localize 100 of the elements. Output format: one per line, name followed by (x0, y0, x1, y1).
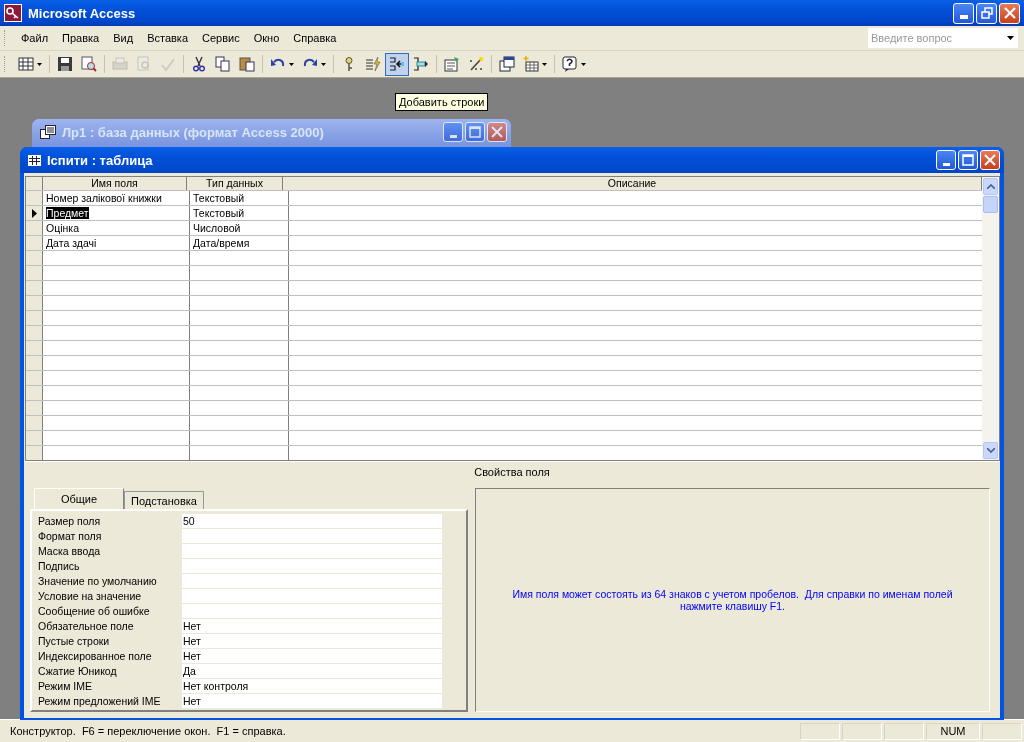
menu-item[interactable]: Справка (286, 30, 344, 46)
data-type-cell[interactable]: Текстовый (190, 191, 289, 205)
caret-icon (321, 62, 326, 66)
scrollbar[interactable] (982, 177, 999, 460)
new-table-icon (523, 56, 539, 72)
lightning-icon (365, 56, 381, 72)
minimize-button[interactable] (936, 150, 956, 170)
caret-icon (542, 62, 547, 66)
caret-icon (1006, 36, 1014, 40)
close-icon (491, 126, 503, 138)
page-magnifier-icon (136, 56, 152, 72)
data-type-cell[interactable]: Текстовый (190, 206, 289, 220)
property-value-field[interactable]: Нет (182, 693, 442, 708)
property-value-field[interactable] (182, 543, 442, 558)
field-name[interactable]: Номер залікової книжки (46, 192, 162, 204)
status-panel (884, 722, 924, 740)
scroll-up-icon[interactable] (983, 178, 998, 195)
property-label: Режим IME (38, 679, 93, 692)
printer-icon (112, 56, 128, 72)
window-title: Лр1 : база данных (формат Access 2000) (62, 124, 324, 140)
data-type-cell[interactable]: Дата/время (190, 236, 289, 250)
property-value-field[interactable]: Нет (182, 618, 442, 633)
scroll-down-icon[interactable] (983, 442, 998, 459)
grid-icon (18, 56, 34, 72)
column-header[interactable]: Имя поля (43, 177, 187, 190)
num-lock-indicator: NUM (926, 722, 980, 740)
data-type-cell[interactable]: Числовой (190, 221, 289, 235)
field-name[interactable]: Оцінка (46, 222, 79, 234)
dropdown-button[interactable] (1002, 28, 1018, 48)
restore-button[interactable] (976, 2, 997, 24)
corner-selector[interactable] (26, 177, 43, 190)
wand-icon (468, 56, 484, 72)
property-label: Обязательное поле (38, 619, 135, 632)
table-icon (28, 154, 41, 166)
property-label: Индексированное поле (38, 649, 153, 662)
database-window-icon (40, 125, 56, 139)
clipboard-icon (239, 56, 255, 72)
property-value-field[interactable]: 50 (182, 513, 442, 528)
status-panel (982, 722, 1022, 740)
status-panel (800, 722, 840, 740)
menu-item[interactable]: Файл (14, 30, 56, 46)
property-label: Подпись (38, 559, 81, 572)
question-field[interactable]: Введите вопрос (868, 28, 1002, 48)
toolbar-button[interactable] (385, 52, 409, 76)
tab[interactable]: Подстановка (124, 491, 204, 509)
minimize-button[interactable] (953, 2, 974, 24)
property-value-field[interactable]: Нет (182, 648, 442, 663)
property-label: Условие на значение (38, 589, 143, 602)
property-label: Формат поля (38, 529, 103, 542)
caret-icon (289, 62, 294, 66)
minimize-icon (942, 162, 950, 166)
property-label: Значение по умолчанию (38, 574, 158, 587)
close-button[interactable] (999, 2, 1020, 24)
field-name[interactable]: Дата здачі (46, 237, 97, 249)
property-value-field[interactable] (182, 573, 442, 588)
property-label: Размер поля (38, 514, 102, 527)
delete-rows-icon (413, 56, 429, 72)
help-icon (562, 56, 578, 72)
property-value-field[interactable] (182, 603, 442, 618)
menu-item[interactable]: Правка (55, 30, 107, 46)
property-value-field[interactable] (182, 558, 442, 573)
row-selector[interactable] (26, 206, 43, 220)
scroll-thumb[interactable] (983, 196, 998, 213)
property-label: Режим предложений IME (38, 694, 162, 707)
window-title: Іспити : таблица (47, 152, 153, 168)
menu-item[interactable]: Окно (246, 30, 287, 46)
properties-icon (444, 56, 460, 72)
property-value-field[interactable] (182, 588, 442, 603)
close-icon (984, 154, 996, 166)
column-header[interactable]: Тип данных (187, 177, 283, 190)
maximize-icon (962, 154, 974, 166)
property-label: Пустые строки (38, 634, 111, 647)
property-value-field[interactable]: Да (182, 663, 442, 678)
status-text: Конструктор. F6 = переключение окон. F1 = справка. (10, 725, 287, 737)
property-value-field[interactable] (182, 528, 442, 543)
current-row-icon (31, 208, 37, 218)
menu-item[interactable]: Вставка (140, 30, 195, 46)
close-icon (1003, 7, 1016, 19)
help-text: Имя поля может состоять из 64 знаков с учетом пробелов. Для справки по именам полей нажмите клавишу F1. (511, 588, 954, 612)
copy-icon (215, 56, 231, 72)
app-title: Microsoft Access (28, 5, 136, 21)
menu-item[interactable]: Сервис (195, 30, 247, 46)
maximize-button[interactable] (958, 150, 978, 170)
insert-rows-icon (389, 56, 405, 72)
status-panel (842, 722, 882, 740)
section-title: Свойства поля (24, 461, 1000, 480)
caret-icon (581, 62, 586, 66)
windows-icon (499, 56, 515, 72)
column-header[interactable]: Описание (283, 177, 982, 190)
property-value-field[interactable]: Нет контроля (182, 678, 442, 693)
minimize-icon (449, 134, 457, 138)
close-button[interactable] (980, 150, 1000, 170)
tab[interactable]: Общие (34, 488, 124, 509)
minimize-icon (959, 15, 968, 19)
tooltip: Добавить строки (395, 93, 489, 111)
property-value-field[interactable]: Нет (182, 633, 442, 648)
restore-icon (980, 7, 993, 19)
magnifier-icon (81, 56, 97, 72)
menu-item[interactable]: Вид (106, 30, 141, 46)
field-name[interactable]: Предмет (46, 207, 89, 219)
